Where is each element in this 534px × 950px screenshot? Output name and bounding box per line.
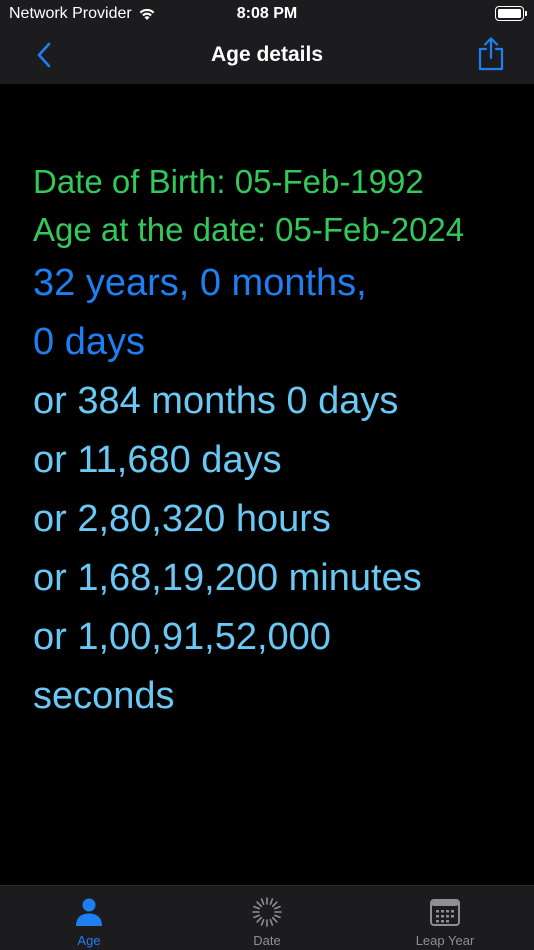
share-icon xyxy=(478,37,504,71)
status-bar: Network Provider 8:08 PM xyxy=(0,0,534,28)
tab-date-label: Date xyxy=(253,933,281,948)
tab-age-label: Age xyxy=(77,933,101,948)
age-at-date: Age at the date: 05-Feb-2024 xyxy=(33,211,465,248)
age-in-minutes: or 1,68,19,200 minutes xyxy=(33,557,422,599)
age-in-months: or 384 months 0 days xyxy=(33,380,399,422)
screen: Network Provider 8:08 PM Age details Dat… xyxy=(0,0,534,950)
tab-age[interactable]: Age xyxy=(0,886,178,950)
navigation-bar: Age details xyxy=(0,28,534,84)
status-time: 8:08 PM xyxy=(236,5,298,22)
tab-leap-year-label: Leap Year xyxy=(415,933,475,948)
person-icon xyxy=(76,898,102,926)
tab-bar: Age Date Leap Year xyxy=(0,885,534,950)
date-of-birth: Date of Birth: 05-Feb-1992 xyxy=(33,163,424,200)
calendar-icon xyxy=(430,899,460,926)
age-in-hours: or 2,80,320 hours xyxy=(33,498,331,540)
age-days: 0 days xyxy=(33,321,145,363)
age-in-seconds: or 1,00,91,52,000 xyxy=(33,616,331,658)
page-title: Age details xyxy=(210,43,324,66)
age-in-days: or 11,680 days xyxy=(33,439,282,481)
sunburst-icon xyxy=(252,897,282,927)
age-years-months: 32 years, 0 months, xyxy=(33,262,367,304)
tab-date[interactable]: Date xyxy=(178,886,356,950)
age-in-seconds-unit: seconds xyxy=(33,675,175,717)
age-details: Date of Birth: 05-Feb-1992 Age at the da… xyxy=(33,158,523,726)
share-button[interactable] xyxy=(476,36,506,72)
tab-leap-year[interactable]: Leap Year xyxy=(356,886,534,950)
battery-icon xyxy=(495,6,527,21)
